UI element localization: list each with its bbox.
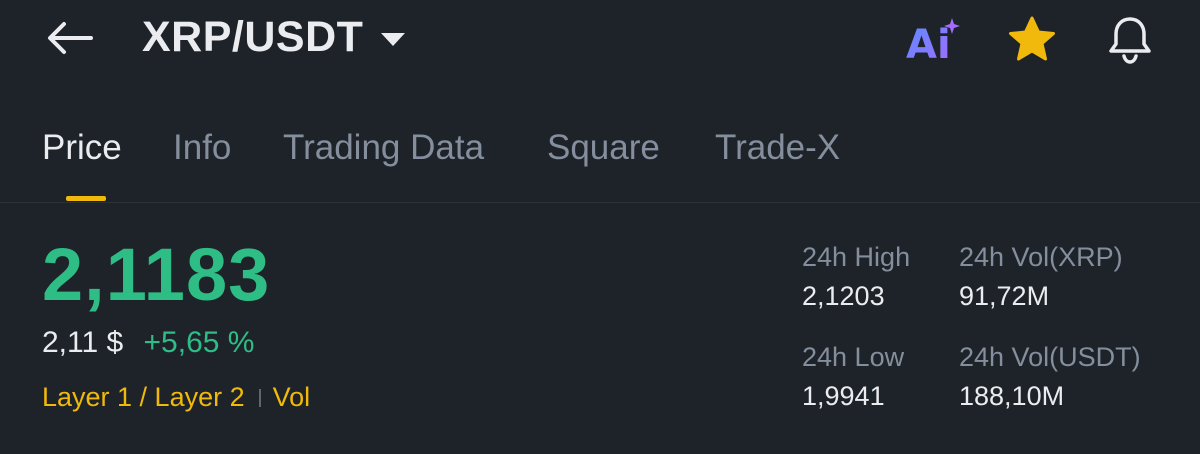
tab-trade-x[interactable]: Trade-X (715, 128, 840, 168)
stat-value: 188,10M (959, 381, 1065, 411)
tab-trading-data[interactable]: Trading Data (283, 128, 484, 168)
alert-button[interactable] (1102, 12, 1158, 66)
star-icon (1009, 16, 1055, 61)
bell-icon (1109, 17, 1151, 64)
back-button[interactable] (44, 14, 96, 62)
chevron-down-icon (381, 32, 406, 46)
stat-label: 24h Vol(USDT) (959, 342, 1141, 372)
stat-24h-vol-xrp: 24h Vol(XRP) 91,72M (959, 240, 1123, 313)
stat-label: 24h High (802, 242, 911, 272)
stat-label: 24h Vol(XRP) (959, 242, 1123, 272)
tag-separator (258, 388, 261, 407)
fiat-price-row: 2,11 $ +5,65 % (42, 326, 254, 360)
active-tab-indicator (66, 196, 106, 201)
pair-selector[interactable]: XRP/USDT (142, 10, 406, 64)
stat-24h-vol-usdt: 24h Vol(USDT) 188,10M (959, 340, 1141, 413)
favorite-button[interactable] (1004, 12, 1060, 66)
tab-bar: Price Info Trading Data Square Trade-X (0, 118, 1200, 202)
ai-icon: Ai (906, 18, 960, 64)
stat-24h-high: 24h High 2,1203 (802, 240, 910, 313)
divider (0, 202, 1200, 203)
price-change-percent: +5,65 % (143, 326, 255, 359)
fiat-price: 2,11 $ (42, 326, 124, 359)
ai-button[interactable]: Ai (904, 14, 966, 64)
top-bar: XRP/USDT Ai (0, 0, 1200, 80)
pair-title: XRP/USDT (142, 12, 364, 61)
stat-24h-low: 24h Low 1,9941 (802, 340, 904, 413)
ai-label: Ai (906, 22, 951, 64)
tab-info[interactable]: Info (173, 128, 231, 168)
stat-value: 2,1203 (802, 281, 885, 311)
stat-value: 91,72M (959, 281, 1050, 311)
stat-value: 1,9941 (802, 381, 885, 411)
category-tag[interactable]: Layer 1 / Layer 2 (42, 382, 245, 413)
tab-square[interactable]: Square (547, 128, 660, 168)
vol-tag[interactable]: Vol (273, 382, 311, 413)
tab-price[interactable]: Price (42, 128, 122, 168)
back-arrow-icon (48, 22, 93, 54)
last-price: 2,1183 (42, 233, 271, 316)
stat-label: 24h Low (802, 342, 905, 372)
tags-row: Layer 1 / Layer 2 Vol (42, 382, 310, 413)
